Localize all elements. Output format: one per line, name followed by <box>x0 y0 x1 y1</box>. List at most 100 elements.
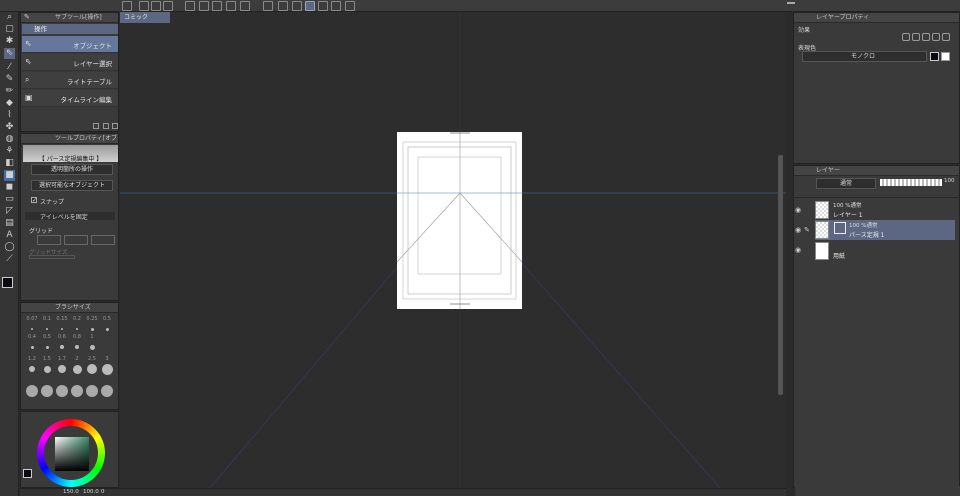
brush-size-dot[interactable] <box>46 328 48 330</box>
magic-wand-icon[interactable]: ✱ <box>4 36 15 47</box>
brush-size-dot[interactable] <box>90 327 94 331</box>
expression-sub-color[interactable] <box>941 52 950 61</box>
snap-special-ruler-icon[interactable] <box>318 1 328 11</box>
save-icon[interactable] <box>163 1 173 11</box>
brush-size-dot[interactable] <box>87 364 97 374</box>
brush-size-dot[interactable] <box>105 327 109 331</box>
airbrush-icon[interactable]: ⚘ <box>4 146 15 157</box>
canvas-area[interactable] <box>120 12 786 488</box>
eye-icon[interactable]: ◉ <box>795 226 801 234</box>
pen-tool-icon[interactable]: ✎ <box>4 74 15 85</box>
perspective-canvas[interactable] <box>120 12 786 488</box>
toolbar-button-2[interactable] <box>212 1 222 11</box>
brush-size-dot[interactable] <box>72 364 82 374</box>
brush-size-dot[interactable] <box>41 385 53 397</box>
operation-tool-icon[interactable]: ⇖ <box>4 48 15 59</box>
layer-row-2[interactable]: 100 %通常 パース定規 1 <box>815 220 955 240</box>
grid-option-3[interactable] <box>91 235 115 245</box>
zoom-value[interactable]: 150.0 <box>63 489 79 495</box>
brush-size-dot[interactable] <box>26 385 38 397</box>
toolbar-button-6[interactable] <box>278 1 288 11</box>
undo-icon[interactable] <box>185 1 195 11</box>
main-color-swatch[interactable] <box>2 277 13 288</box>
opacity-slider[interactable] <box>880 179 942 186</box>
snap-ruler-icon[interactable] <box>305 1 315 11</box>
status-value-3[interactable]: 0 <box>101 489 105 495</box>
eye-icon[interactable]: ◉ <box>795 206 801 214</box>
eraser-icon[interactable]: ◆ <box>4 98 15 109</box>
vertical-scrollbar[interactable] <box>778 155 783 395</box>
expression-main-color[interactable] <box>930 52 939 61</box>
gradient-icon[interactable]: ■ <box>4 170 15 181</box>
brush-icon[interactable]: ⌇ <box>4 110 15 121</box>
figure-icon[interactable]: ◼ <box>4 182 15 193</box>
add-subtool-icon[interactable] <box>93 123 99 129</box>
subtool-item-timeline[interactable]: ▣ タイムライン編集 <box>22 90 118 107</box>
eye-level-row[interactable]: アイレベルを固定 <box>25 212 115 221</box>
pencil-tool-icon[interactable]: ✏ <box>4 86 15 97</box>
edit-pen-icon[interactable]: ✎ <box>804 226 810 234</box>
brush-size-dot[interactable] <box>86 385 98 397</box>
grid-option-2[interactable] <box>64 235 88 245</box>
opacity-value[interactable]: 100 <box>944 178 955 184</box>
brush-size-dot[interactable] <box>61 328 63 330</box>
transparent-operation-dropdown[interactable]: 透明箇所の操作 <box>31 164 113 175</box>
effect-button-1[interactable] <box>902 33 910 41</box>
zoom-tool-icon[interactable]: ⌕ <box>4 12 15 23</box>
brush-size-dot[interactable] <box>56 385 68 397</box>
ruler-tool-icon[interactable]: ◸ <box>4 206 15 217</box>
toolbar-button-3[interactable] <box>226 1 236 11</box>
effect-button-5[interactable] <box>942 33 950 41</box>
effect-button-2[interactable] <box>912 33 920 41</box>
toolbar-button-1[interactable] <box>122 1 132 11</box>
delete-subtool-icon[interactable] <box>112 123 118 129</box>
status-value-2[interactable]: 100.0 <box>83 489 99 495</box>
expression-color-dropdown[interactable]: モノクロ <box>802 51 927 62</box>
toolbar-button-5[interactable] <box>263 1 273 11</box>
correct-line-icon[interactable]: ⟋ <box>4 254 15 265</box>
brush-size-dot[interactable] <box>71 385 83 397</box>
toolbar-button-7[interactable] <box>292 1 302 11</box>
brush-size-dot[interactable] <box>30 345 34 349</box>
canvas-tab[interactable]: コミック <box>120 12 170 23</box>
effect-button-4[interactable] <box>932 33 940 41</box>
minimize-icon[interactable] <box>787 2 795 10</box>
eyedropper-icon[interactable]: ⁄ <box>4 62 15 73</box>
layer-row-1[interactable]: 100 %通常 レイヤー 1 <box>815 200 955 220</box>
toolbar-button-4[interactable] <box>240 1 250 11</box>
fill-icon[interactable]: ◧ <box>4 158 15 169</box>
blend-icon[interactable]: ◍ <box>4 134 15 145</box>
eye-icon[interactable]: ◉ <box>795 246 801 254</box>
frame-icon[interactable]: ▭ <box>4 194 15 205</box>
redo-icon[interactable] <box>199 1 209 11</box>
subtool-item-light-table[interactable]: ⌕ ライトテーブル <box>22 72 118 89</box>
grid-size-slider[interactable] <box>29 255 75 259</box>
snap-grid-icon[interactable] <box>331 1 341 11</box>
selectable-object-dropdown[interactable]: 選択可能なオブジェクト <box>31 180 113 191</box>
brush-size-dot[interactable] <box>29 366 35 372</box>
selection-tool-icon[interactable]: ▢ <box>4 24 15 35</box>
blend-mode-dropdown[interactable]: 通常 <box>816 178 876 189</box>
subtool-item-layer-select[interactable]: ⇖ レイヤー選択 <box>22 54 118 71</box>
brush-size-dot[interactable] <box>101 363 113 375</box>
text-tool-icon[interactable]: A <box>4 230 15 241</box>
brush-size-dot[interactable] <box>31 328 33 330</box>
brush-size-dot[interactable] <box>60 345 64 349</box>
brush-size-dot[interactable] <box>89 344 95 350</box>
subtool-group-tab[interactable]: 操作 <box>22 24 118 34</box>
balloon-icon[interactable]: ▤ <box>4 218 15 229</box>
brush-size-dot[interactable] <box>43 365 51 373</box>
saturation-value-square[interactable] <box>55 437 89 471</box>
subtool-item-object[interactable]: ⇖ オブジェクト <box>22 36 118 53</box>
brush-size-dot[interactable] <box>75 345 79 349</box>
copy-subtool-icon[interactable] <box>103 123 109 129</box>
brush-size-dot[interactable] <box>45 345 49 349</box>
decoration-icon[interactable]: ✤ <box>4 122 15 133</box>
toolbar-button-8[interactable] <box>345 1 355 11</box>
layer-row-3[interactable]: 用紙 <box>815 241 955 261</box>
grid-option-1[interactable] <box>37 235 61 245</box>
brush-size-dot[interactable] <box>58 365 66 373</box>
open-icon[interactable] <box>151 1 161 11</box>
speech-icon[interactable]: ◯ <box>4 242 15 253</box>
effect-button-3[interactable] <box>922 33 930 41</box>
